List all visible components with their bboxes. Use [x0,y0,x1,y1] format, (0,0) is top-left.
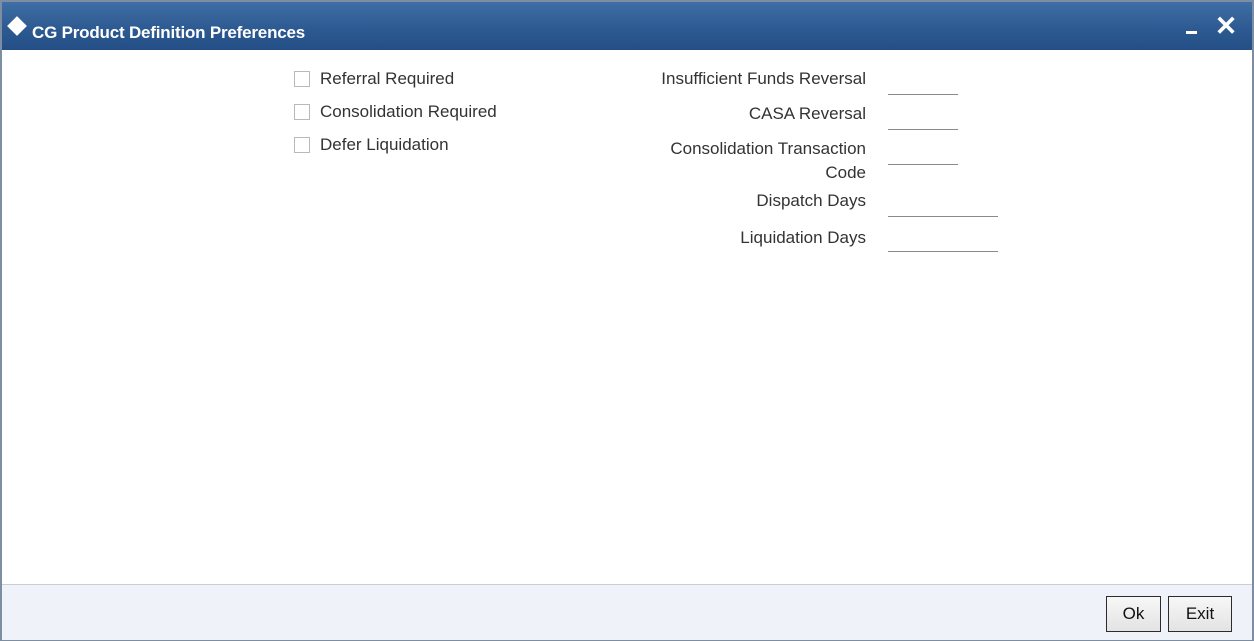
close-icon: ✕ [1214,11,1238,41]
referral-required-label: Referral Required [320,69,455,88]
consolidation-transaction-code-input[interactable] [888,142,958,165]
liquidation-days-label: Liquidation Days [740,228,866,247]
consolidation-required-row: Consolidation Required [294,102,497,122]
defer-liquidation-row: Defer Liquidation [294,135,449,155]
defer-liquidation-checkbox[interactable] [294,137,310,153]
window-title: CG Product Definition Preferences [32,23,306,42]
defer-liquidation-label: Defer Liquidation [320,135,449,154]
preferences-panel: Referral Required Consolidation Required… [2,50,1252,584]
dispatch-days-label: Dispatch Days [756,191,866,210]
consolidation-transaction-code-label: Consolidation Transaction Code [670,137,866,185]
consolidation-required-label: Consolidation Required [320,102,497,121]
consolidation-required-checkbox[interactable] [294,104,310,120]
insufficient-funds-reversal-label: Insufficient Funds Reversal [661,69,866,88]
casa-reversal-input[interactable] [888,107,958,130]
minimize-button[interactable] [1182,16,1202,36]
consolidation-transaction-code-label-line2: Code [825,163,866,182]
exit-button[interactable]: Exit [1168,596,1232,632]
close-button[interactable]: ✕ [1213,13,1239,42]
minimize-icon [1186,31,1197,34]
title-bar[interactable]: CG Product Definition Preferences ✕ [2,2,1252,50]
liquidation-days-input[interactable] [888,229,998,252]
dispatch-days-input[interactable] [888,194,998,217]
dialog-window: CG Product Definition Preferences ✕ Refe… [0,0,1254,641]
dialog-footer: Ok Exit [2,584,1252,640]
insufficient-funds-reversal-input[interactable] [888,72,958,95]
ok-button[interactable]: Ok [1106,596,1161,632]
diamond-icon [7,16,27,36]
consolidation-transaction-code-label-line1: Consolidation Transaction [670,139,866,158]
referral-required-row: Referral Required [294,69,454,89]
referral-required-checkbox[interactable] [294,71,310,87]
casa-reversal-label: CASA Reversal [748,104,866,123]
